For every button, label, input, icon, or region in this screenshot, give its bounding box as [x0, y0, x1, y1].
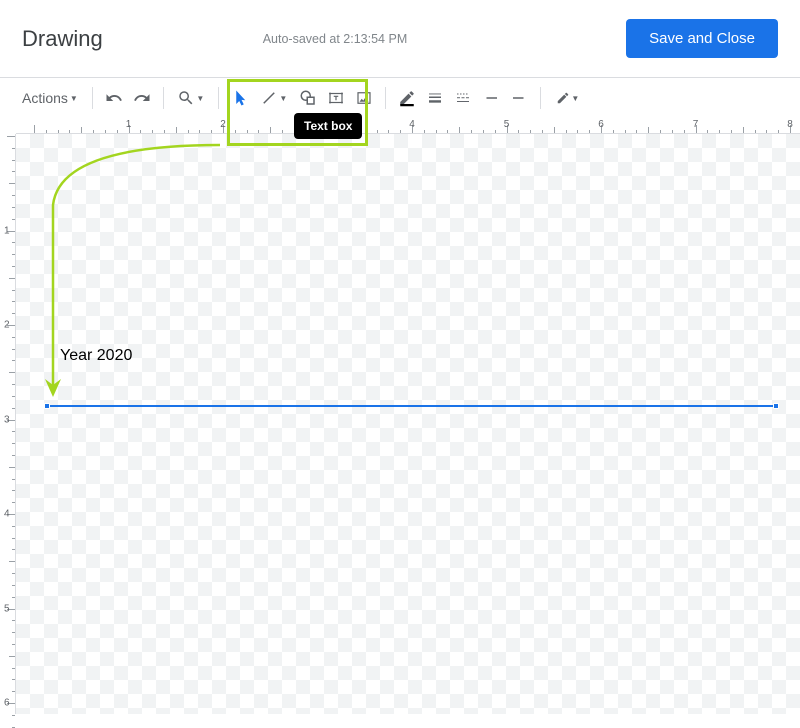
- caret-down-icon: ▼: [279, 94, 287, 103]
- dialog-header: Drawing Auto-saved at 2:13:54 PM Save an…: [0, 0, 800, 78]
- save-and-close-button[interactable]: Save and Close: [626, 19, 778, 58]
- undo-icon: [105, 89, 123, 107]
- actions-menu-button[interactable]: Actions ▼: [16, 86, 84, 110]
- ruler-number: 3: [4, 414, 10, 425]
- line-weight-icon: [426, 89, 444, 107]
- actions-label: Actions: [22, 90, 68, 106]
- pencil-underline-icon: [398, 89, 416, 107]
- separator: [163, 87, 164, 109]
- vertical-ruler[interactable]: 1 2 3 4 5 6: [0, 134, 16, 714]
- redo-icon: [133, 89, 151, 107]
- canvas-text-label[interactable]: Year 2020: [60, 347, 132, 365]
- dialog-title: Drawing: [22, 26, 103, 52]
- image-tool-button[interactable]: [351, 85, 377, 111]
- redo-button[interactable]: [129, 85, 155, 111]
- line-handle-left[interactable]: [44, 403, 50, 409]
- toolbar: Actions ▼ ▼ ▼: [0, 78, 800, 118]
- select-tool-button[interactable]: [227, 85, 253, 111]
- line-start-button[interactable]: [478, 85, 504, 111]
- line-color-button[interactable]: [394, 85, 420, 111]
- ruler-number: 2: [220, 119, 226, 130]
- shape-tool-button[interactable]: [295, 85, 321, 111]
- ruler-number: 4: [4, 509, 10, 520]
- caret-down-icon: ▼: [196, 94, 204, 103]
- line-tool-button[interactable]: ▼: [255, 85, 293, 111]
- line-start-icon: [482, 89, 500, 107]
- cursor-icon: [231, 89, 249, 107]
- tooltip: Text box: [294, 113, 362, 139]
- line-end-icon: [510, 89, 528, 107]
- ruler-number: 5: [504, 119, 510, 130]
- line-weight-button[interactable]: [422, 85, 448, 111]
- canvas-line-shape[interactable]: [47, 405, 777, 407]
- shape-icon: [299, 89, 317, 107]
- ruler-number: 2: [4, 320, 10, 331]
- text-box-tool-button[interactable]: [323, 85, 349, 111]
- pencil-icon: [556, 91, 570, 105]
- undo-button[interactable]: [101, 85, 127, 111]
- zoom-icon: [177, 89, 195, 107]
- line-icon: [260, 89, 278, 107]
- zoom-button[interactable]: ▼: [172, 85, 210, 111]
- ruler-number: 6: [4, 698, 10, 709]
- autosave-status: Auto-saved at 2:13:54 PM: [263, 32, 408, 46]
- caret-down-icon: ▼: [571, 94, 579, 103]
- horizontal-ruler[interactable]: 12345678: [16, 118, 800, 134]
- image-icon: [355, 89, 373, 107]
- line-dash-button[interactable]: [450, 85, 476, 111]
- text-box-icon: [327, 89, 345, 107]
- ruler-number: 4: [409, 119, 415, 130]
- caret-down-icon: ▼: [70, 94, 78, 103]
- ruler-number: 8: [787, 119, 793, 130]
- ruler-number: 1: [4, 225, 10, 236]
- drawing-canvas[interactable]: [16, 134, 800, 714]
- line-end-button[interactable]: [506, 85, 532, 111]
- separator: [385, 87, 386, 109]
- line-dash-icon: [454, 89, 472, 107]
- separator: [92, 87, 93, 109]
- format-options-button[interactable]: ▼: [549, 85, 587, 111]
- ruler-number: 7: [693, 119, 699, 130]
- ruler-number: 5: [4, 603, 10, 614]
- line-handle-right[interactable]: [773, 403, 779, 409]
- separator: [540, 87, 541, 109]
- ruler-number: 6: [598, 119, 604, 130]
- ruler-number: 1: [126, 119, 132, 130]
- separator: [218, 87, 219, 109]
